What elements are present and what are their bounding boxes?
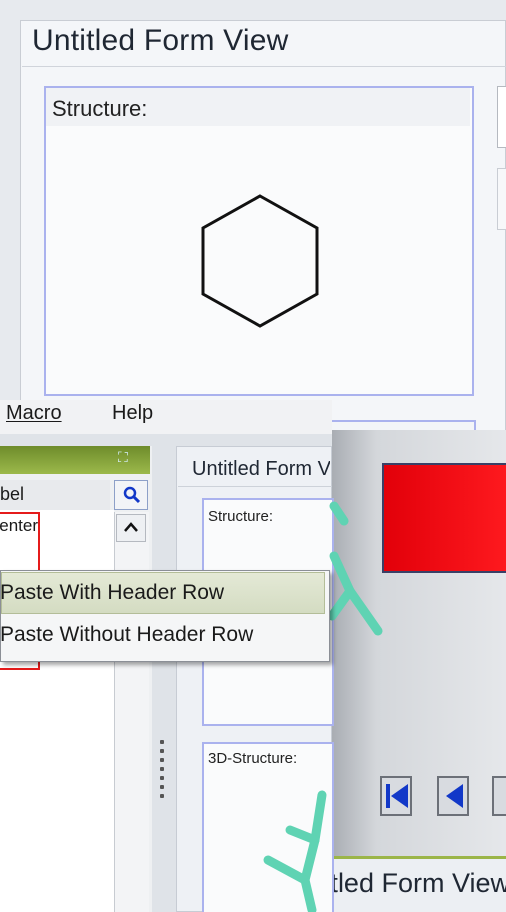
first-record-icon — [386, 784, 408, 808]
form-structure-label: Structure: — [208, 508, 274, 525]
form-3d-structure-label: 3D-Structure: — [208, 750, 298, 767]
next-record-button[interactable] — [492, 776, 506, 816]
red-color-box — [382, 463, 506, 573]
structure-field-label: Structure: — [52, 96, 148, 121]
search-icon — [123, 486, 141, 504]
benzene-ring-drawing — [201, 194, 319, 328]
menu-help[interactable]: Help — [112, 402, 153, 425]
bottom-form-title-text: Untitled Form View — [334, 868, 506, 898]
molecule-3d-upper — [327, 501, 383, 636]
menu-help-label: Help — [112, 402, 154, 424]
paste-without-header-row-item[interactable]: Paste Without Header Row — [0, 623, 253, 647]
menu-macro-label: Macro — [6, 402, 62, 424]
form-view-title: Untitled Form View — [192, 458, 330, 481]
molecule-3d-drawing — [263, 790, 327, 912]
title-divider — [22, 66, 506, 67]
first-record-button[interactable] — [380, 776, 412, 816]
bottom-form-title: Untitled Form View — [334, 868, 506, 899]
column-header-text: bel — [0, 484, 25, 504]
scroll-up-icon — [124, 522, 138, 532]
menu-macro[interactable]: Macro — [6, 402, 62, 425]
list-cell[interactable]: enter — [0, 516, 38, 536]
side-field-box-2[interactable] — [497, 168, 506, 230]
back-form-title: Untitled Form View — [32, 24, 289, 57]
scroll-up-button[interactable] — [116, 514, 146, 542]
previous-record-button[interactable] — [437, 776, 469, 816]
side-field-box[interactable] — [497, 86, 506, 148]
previous-record-icon — [446, 784, 463, 808]
list-cell-text: enter — [0, 516, 38, 535]
form-view-title-text: Untitled Form View — [192, 458, 330, 480]
expand-icon[interactable]: ⛶ — [118, 449, 128, 466]
search-button[interactable] — [114, 480, 148, 510]
paste-with-header-row-label: Paste With Header Row — [0, 581, 225, 604]
form-title-divider — [178, 486, 332, 487]
splitter-grip[interactable] — [160, 740, 166, 804]
column-header-label: bel — [0, 484, 40, 505]
